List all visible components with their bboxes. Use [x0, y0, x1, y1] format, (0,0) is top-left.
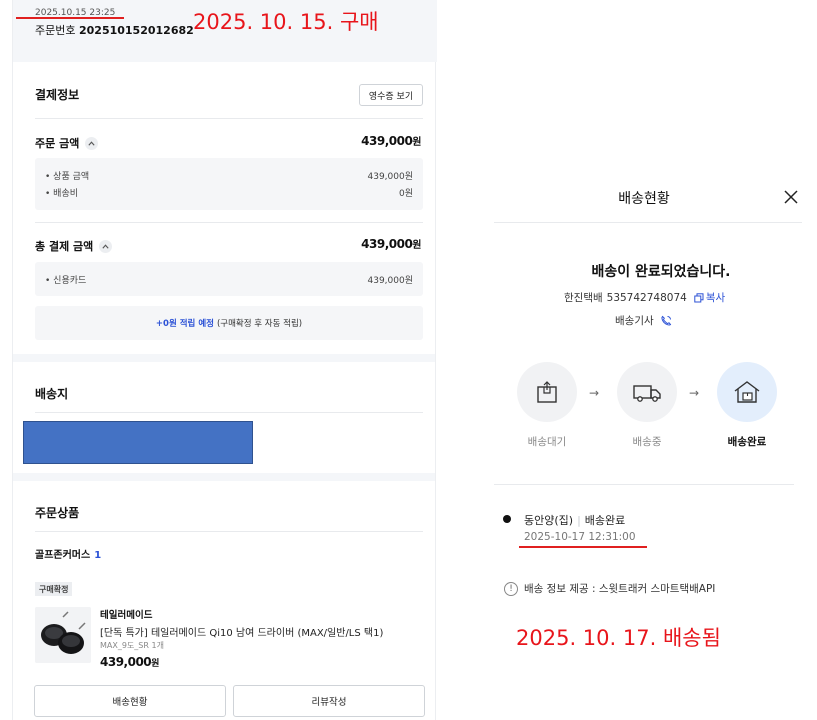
delivery-status-title: 배송현황 — [618, 191, 670, 207]
chevron-up-icon — [85, 136, 99, 150]
points-notice: +0원 적립 예정 (구매확정 후 자동 적립) — [35, 306, 423, 340]
delivery-status-button[interactable]: 배송현황 — [34, 685, 226, 717]
house-package-icon — [734, 381, 760, 403]
tracking-provider-info: ! 배송 정보 제공 : 스윗트래커 스마트택배API — [504, 581, 715, 596]
order-breakdown-box: • 상품 금액 439,000원 • 배송비 0원 — [35, 158, 423, 210]
purchase-annotation: 2025. 10. 15. 구매 — [193, 10, 379, 34]
divider — [35, 118, 423, 119]
driver-contact[interactable]: 배송기사 — [615, 313, 672, 328]
total-amount-value: 439,000 — [361, 237, 413, 251]
breakdown-label: • 배송비 — [45, 189, 79, 199]
step-label-delivered: 배송완료 — [727, 436, 767, 448]
section-divider — [13, 473, 435, 481]
breakdown-value: 439,000원 — [367, 172, 414, 182]
delivery-complete-message: 배송이 완료되었습니다. — [591, 264, 731, 280]
seller-count: 1 — [94, 550, 102, 561]
payment-title: 결제정보 — [35, 88, 80, 102]
total-amount-toggle[interactable]: 총 결제 금액 — [35, 238, 113, 254]
product-price: 439,000원 — [100, 655, 159, 669]
product-thumbnail[interactable] — [35, 607, 91, 663]
copy-tracking-button[interactable]: 복사 — [694, 290, 725, 305]
breakdown-label: • 신용카드 — [45, 276, 87, 286]
redacted-address — [23, 421, 253, 464]
phone-icon — [661, 315, 671, 325]
separator: | — [577, 514, 581, 527]
write-review-button[interactable]: 리뷰작성 — [233, 685, 425, 717]
close-icon — [784, 190, 798, 204]
breakdown-label: • 상품 금액 — [45, 172, 90, 182]
section-divider — [13, 354, 435, 362]
truck-icon — [633, 385, 661, 402]
step-arrow: → — [589, 386, 600, 400]
provider-text: 배송 정보 제공 : 스윗트래커 스마트택배API — [524, 583, 716, 595]
tracking-number: 535742748074 — [606, 291, 687, 304]
driver-label: 배송기사 — [615, 315, 654, 327]
order-amount-value: 439,000 — [361, 134, 413, 148]
copy-icon — [694, 292, 704, 302]
shipping-address-title: 배송지 — [35, 387, 69, 401]
location-status: 배송완료 — [584, 514, 626, 527]
product-price-currency: 원 — [151, 659, 159, 669]
points-highlight: +0원 적립 예정 — [155, 319, 214, 329]
order-amount-toggle[interactable]: 주문 금액 — [35, 135, 99, 151]
order-detail-panel: 2025.10.15 23:25 주문번호 202510152012682 결제… — [12, 0, 437, 720]
order-number-value: 202510152012682 — [78, 24, 194, 37]
step-waiting — [517, 362, 577, 422]
step-delivered — [717, 362, 777, 422]
points-note: (구매확정 후 자동 적립) — [216, 319, 303, 329]
divider — [35, 222, 423, 223]
chevron-up-icon — [99, 239, 113, 253]
product-price-value: 439,000 — [100, 655, 152, 669]
step-label-in-transit: 배송중 — [632, 436, 662, 448]
product-option: MAX_9도_SR 1개 — [100, 641, 164, 650]
product-brand: 테일러메이드 — [100, 610, 153, 621]
carrier-name: 한진택배 — [564, 292, 603, 304]
total-amount-label: 총 결제 금액 — [35, 240, 94, 253]
divider — [494, 222, 802, 223]
total-amount: 439,000원 — [361, 236, 421, 251]
seller-name[interactable]: 골프존커머스 1 — [35, 546, 101, 561]
timeline-location: 동안양(집) | 배송완료 — [524, 512, 625, 528]
order-amount-currency: 원 — [412, 137, 421, 148]
timeline-time: 2025-10-17 12:31:00 — [524, 531, 636, 543]
receipt-button[interactable]: 영수증 보기 — [359, 84, 423, 106]
step-in-transit — [617, 362, 677, 422]
delivered-annotation: 2025. 10. 17. 배송됨 — [516, 626, 721, 650]
exclamation-icon: ! — [504, 581, 518, 596]
box-icon — [537, 381, 557, 403]
product-name[interactable]: [단독 특가] 테일러메이드 Qi10 남여 드라이버 (MAX/일반/LS 택… — [100, 624, 383, 639]
status-badge: 구매확정 — [35, 582, 73, 596]
tracking-info: 한진택배 535742748074 복사 — [564, 290, 725, 305]
divider — [35, 412, 423, 413]
order-number-label: 주문번호 — [35, 24, 76, 37]
location-name: 동안양(집) — [524, 514, 574, 527]
step-arrow: → — [689, 386, 700, 400]
close-button[interactable] — [782, 188, 800, 206]
divider — [494, 484, 794, 485]
divider — [35, 531, 423, 532]
total-amount-currency: 원 — [412, 240, 421, 251]
order-items-title: 주문상품 — [35, 506, 80, 520]
order-amount-label: 주문 금액 — [35, 137, 80, 150]
breakdown-value: 439,000원 — [367, 276, 414, 286]
date-underline — [16, 17, 124, 19]
timeline-dot — [503, 515, 511, 523]
copy-label: 복사 — [705, 292, 726, 304]
order-number: 주문번호 202510152012682 — [35, 22, 194, 38]
order-amount: 439,000원 — [361, 133, 421, 148]
total-breakdown-box: • 신용카드 439,000원 — [35, 262, 423, 296]
step-label-waiting: 배송대기 — [527, 436, 567, 448]
seller-label: 골프존커머스 — [35, 550, 91, 561]
breakdown-value: 0원 — [398, 189, 413, 199]
time-underline — [519, 546, 647, 548]
